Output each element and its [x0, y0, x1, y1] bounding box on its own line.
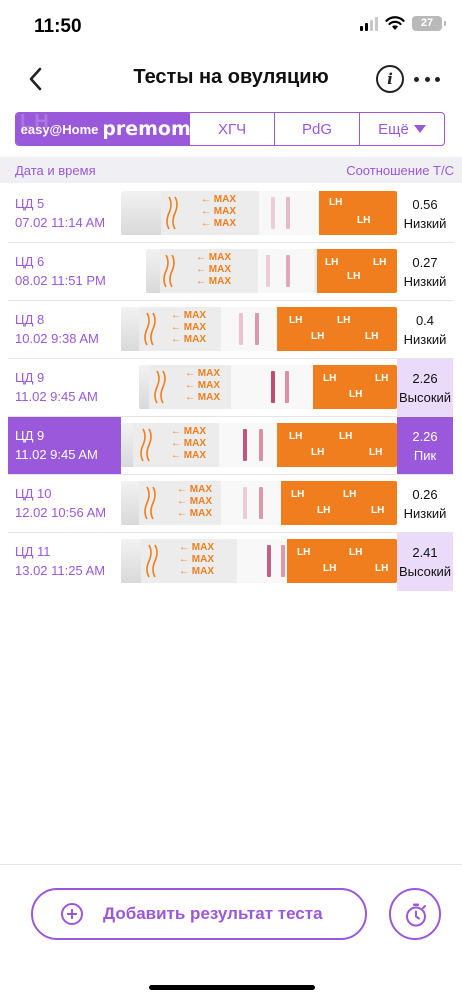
- column-header-ratio: Соотношение Т/С: [346, 163, 454, 178]
- test-row[interactable]: ЦД 5 07.02 11:14 AM ← MAX ← MAX ← MAX LH LH…: [0, 185, 462, 243]
- test-strip-photo: ← MAX ← MAX ← MAX LH LH: [121, 191, 397, 235]
- row-ratio-value: 2.41: [412, 545, 438, 560]
- row-ratio-value: 0.26: [412, 487, 438, 502]
- plus-circle-icon: [61, 903, 83, 925]
- row-ratio-cell: 0.26 Низкий: [397, 475, 453, 533]
- tab-premom[interactable]: premom: [102, 113, 191, 145]
- row-date-cell: ЦД 5 07.02 11:14 AM: [8, 185, 121, 243]
- status-time: 11:50: [34, 16, 82, 37]
- tab-hcg[interactable]: ХГЧ: [190, 113, 275, 145]
- row-date-cell: ЦД 9 11.02 9:45 AM: [8, 359, 121, 417]
- chevron-down-icon: [413, 125, 426, 133]
- row-cycle-day: ЦД 5: [15, 196, 45, 211]
- test-row[interactable]: ЦД 11 13.02 11:25 AM ← MAX ← MAX ← MAX LH L…: [0, 533, 462, 591]
- row-date-cell: ЦД 10 12.02 10:56 AM: [8, 475, 121, 533]
- test-strip-photo: ← MAX ← MAX ← MAX LH LH LH: [146, 249, 397, 293]
- test-row[interactable]: ЦД 9 11.02 9:45 AM ← MAX ← MAX ← MAX LH LH L…: [0, 359, 462, 417]
- nav-header: Тесты на овуляцию i: [0, 56, 462, 104]
- row-datetime: 11.02 9:45 AM: [15, 389, 98, 404]
- test-strip-photo: ← MAX ← MAX ← MAX LH LH LH LH: [121, 481, 397, 525]
- row-level-label: Низкий: [403, 332, 447, 347]
- add-test-result-label: Добавить результат теста: [103, 904, 323, 923]
- tab-label: easy@Home: [20, 121, 99, 137]
- row-ratio-value: 2.26: [412, 371, 438, 386]
- row-ratio-cell: 2.26 Пик: [397, 417, 453, 475]
- more-options-icon[interactable]: [414, 68, 440, 90]
- row-datetime: 12.02 10:56 AM: [15, 505, 107, 520]
- back-chevron-icon[interactable]: [22, 62, 52, 96]
- status-icons: 27: [360, 16, 446, 31]
- row-date-cell: ЦД 11 13.02 11:25 AM: [8, 533, 121, 591]
- tab-pdg[interactable]: PdG: [275, 113, 360, 145]
- row-cycle-day: ЦД 8: [15, 312, 45, 327]
- row-ratio-cell: 0.27 Низкий: [397, 243, 453, 301]
- row-ratio-value: 0.27: [412, 255, 438, 270]
- row-level-label: Пик: [413, 448, 437, 463]
- table-header: Дата и время Соотношение Т/С: [0, 157, 462, 183]
- test-row[interactable]: ЦД 8 10.02 9:38 AM ← MAX ← MAX ← MAX LH LH L…: [0, 301, 462, 359]
- row-ratio-cell: 2.41 Высокий: [397, 533, 453, 591]
- test-brand-tabs: LH easy@Home premom ХГЧ PdG Ещё: [15, 112, 445, 146]
- test-row[interactable]: ЦД 6 08.02 11:51 PM ← MAX ← MAX ← MAX LH LH…: [0, 243, 462, 301]
- tab-label: PdG: [301, 120, 332, 138]
- row-date-cell: ЦД 9 11.02 9:45 AM: [8, 417, 121, 475]
- row-cycle-day: ЦД 6: [15, 254, 45, 269]
- row-level-label: Низкий: [403, 506, 447, 521]
- row-ratio-cell: 0.56 Низкий: [397, 185, 453, 243]
- status-bar: 11:50 27: [0, 0, 462, 56]
- test-strip-photo: ← MAX ← MAX ← MAX LH LH LH LH: [121, 539, 397, 583]
- test-strip-photo: ← MAX ← MAX ← MAX LH LH LH LH: [121, 423, 397, 467]
- tab-label: premom: [102, 118, 191, 140]
- row-datetime: 07.02 11:14 AM: [15, 215, 106, 230]
- row-cycle-day: ЦД 10: [15, 486, 52, 501]
- test-strip-photo: ← MAX ← MAX ← MAX LH LH LH LH: [121, 307, 397, 351]
- tab-label: ХГЧ: [217, 120, 247, 138]
- row-datetime: 11.02 9:45 AM: [15, 447, 98, 462]
- row-date-cell: ЦД 6 08.02 11:51 PM: [8, 243, 121, 301]
- info-icon[interactable]: i: [376, 65, 404, 93]
- row-ratio-cell: 0.4 Низкий: [397, 301, 453, 359]
- test-row-selected[interactable]: ЦД 9 11.02 9:45 AM ← MAX ← MAX ← MAX LH LH L…: [0, 417, 462, 475]
- row-date-cell: ЦД 8 10.02 9:38 AM: [8, 301, 121, 359]
- battery-icon: 27: [412, 16, 446, 31]
- row-datetime: 13.02 11:25 AM: [15, 563, 106, 578]
- row-cycle-day: ЦД 9: [15, 370, 45, 385]
- timer-button[interactable]: [389, 888, 441, 940]
- tab-easyhome[interactable]: LH easy@Home: [16, 113, 104, 145]
- row-ratio-value: 0.4: [415, 313, 435, 328]
- row-level-label: Высокий: [398, 564, 452, 579]
- add-test-result-button[interactable]: Добавить результат теста: [31, 888, 367, 940]
- row-datetime: 10.02 9:38 AM: [15, 331, 99, 346]
- tab-label: Ещё: [378, 120, 409, 138]
- cellular-signal-icon: [360, 16, 378, 31]
- row-level-label: Низкий: [403, 216, 447, 231]
- bottom-divider: [0, 864, 462, 865]
- wifi-icon: [385, 16, 405, 30]
- row-ratio-value: 2.26: [412, 429, 438, 444]
- row-cycle-day: ЦД 11: [15, 544, 51, 559]
- row-ratio-cell: 2.26 Высокий: [397, 359, 453, 417]
- row-datetime: 08.02 11:51 PM: [15, 273, 106, 288]
- row-cycle-day: ЦД 9: [15, 428, 45, 443]
- tab-more-dropdown[interactable]: Ещё: [360, 113, 444, 145]
- column-header-date: Дата и время: [15, 163, 96, 178]
- home-indicator: [149, 985, 315, 990]
- test-row[interactable]: ЦД 10 12.02 10:56 AM ← MAX ← MAX ← MAX LH L…: [0, 475, 462, 533]
- stopwatch-icon: [406, 903, 426, 927]
- row-level-label: Высокий: [398, 390, 452, 405]
- row-ratio-value: 0.56: [412, 197, 438, 212]
- row-level-label: Низкий: [403, 274, 447, 289]
- test-strip-photo: ← MAX ← MAX ← MAX LH LH LH: [139, 365, 397, 409]
